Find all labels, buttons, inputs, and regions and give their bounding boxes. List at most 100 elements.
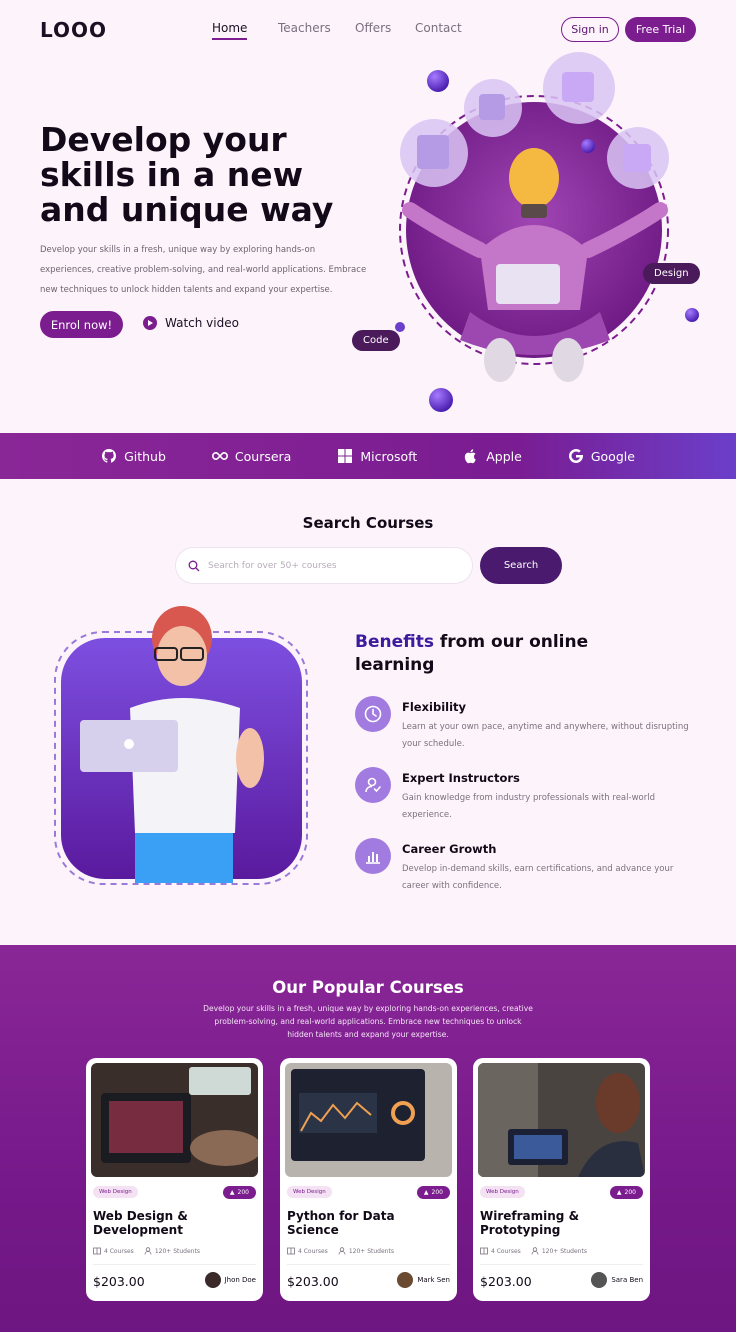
brand-microsoft-label: Microsoft [360, 448, 418, 464]
course-card[interactable]: Web Design ▲ 200 Wireframing & Prototypin… [473, 1058, 650, 1301]
benefit-text: Learn at your own pace, anytime and anyw… [402, 722, 689, 749]
card-divider [480, 1264, 643, 1265]
coursera-icon [211, 451, 228, 461]
hero-title: Develop your skills in a new and unique … [40, 120, 334, 229]
hero-illustration [395, 52, 699, 412]
search-box[interactable] [175, 547, 473, 584]
course-count: 4 Courses [480, 1247, 521, 1255]
nav-teachers[interactable]: Teachers [278, 21, 331, 35]
brand-google-label: Google [590, 448, 635, 464]
design-pill: Design [643, 263, 700, 284]
course-count: 4 Courses [93, 1247, 134, 1255]
brand-bar: Github Coursera Microsoft Apple Google [0, 433, 736, 479]
watch-video-label: Watch video [165, 316, 239, 330]
up-arrow-icon: ▲ [423, 1189, 429, 1196]
course-meta: 4 Courses 120+ Students [480, 1247, 587, 1255]
benefit-title: Career Growth [402, 842, 497, 856]
benefit-text: Develop in-demand skills, earn certifica… [402, 864, 674, 891]
avatar [204, 1272, 221, 1288]
course-author[interactable]: Jhon Doe [204, 1272, 256, 1288]
course-rating-value: 200 [431, 1189, 443, 1196]
brand-microsoft: Microsoft [337, 448, 417, 464]
hero-description: Develop your skills in a fresh, unique w… [40, 245, 367, 295]
avatar [397, 1272, 414, 1288]
author-name: Jhon Doe [224, 1276, 256, 1284]
student-count-label: 120+ Students [541, 1247, 587, 1255]
logo[interactable]: LOOO [40, 18, 107, 42]
nav-offers[interactable]: Offers [355, 21, 391, 35]
course-author[interactable]: Mark Sen [397, 1272, 450, 1288]
author-name: Mark Sen [417, 1276, 450, 1284]
course-tag: Web Design [93, 1186, 138, 1198]
course-meta: 4 Courses 120+ Students [93, 1247, 200, 1255]
course-card[interactable]: Web Design ▲ 200 Python for Data Science … [280, 1058, 457, 1301]
brand-github: Github [101, 448, 166, 464]
course-count-label: 4 Courses [104, 1247, 134, 1255]
search-icon [188, 560, 200, 571]
course-rating: ▲ 200 [416, 1186, 450, 1199]
search-input[interactable] [208, 560, 448, 571]
course-tag: Web Design [287, 1186, 332, 1198]
nav-contact[interactable]: Contact [415, 21, 462, 35]
free-trial-button[interactable]: Free Trial [625, 17, 696, 42]
brand-github-label: Github [124, 448, 166, 464]
code-pill: Code [352, 330, 400, 351]
course-price: $203.00 [480, 1274, 532, 1289]
apple-icon [465, 449, 476, 464]
course-count: 4 Courses [287, 1247, 328, 1255]
course-meta: 4 Courses 120+ Students [287, 1247, 394, 1255]
up-arrow-icon: ▲ [229, 1189, 235, 1196]
course-card[interactable]: Web Design ▲ 200 Web Design & Development… [86, 1058, 263, 1301]
book-icon [480, 1247, 488, 1255]
brand-coursera: Coursera [211, 448, 292, 464]
search-button[interactable]: Search [480, 547, 562, 584]
benefit-flexibility: Flexibility Learn at your own pace, anyt… [355, 696, 695, 753]
student-count: 120+ Students [531, 1247, 587, 1255]
avatar [591, 1272, 608, 1288]
course-rating: ▲ 200 [609, 1186, 643, 1199]
course-title[interactable]: Wireframing & Prototyping [480, 1209, 640, 1237]
benefit-career-growth: Career Growth Develop in-demand skills, … [355, 838, 695, 895]
benefit-expert-instructors: Expert Instructors Gain knowledge from i… [355, 767, 695, 824]
student-count: 120+ Students [338, 1247, 394, 1255]
book-icon [287, 1247, 295, 1255]
benefit-text: Gain knowledge from industry professiona… [402, 793, 655, 820]
popular-description: Develop your skills in a fresh, unique w… [203, 1004, 533, 1039]
sign-in-button[interactable]: Sign in [561, 17, 619, 42]
benefit-title: Expert Instructors [402, 771, 520, 785]
course-count-label: 4 Courses [491, 1247, 521, 1255]
course-rating-value: 200 [624, 1189, 636, 1196]
book-icon [93, 1247, 101, 1255]
course-title[interactable]: Web Design & Development [93, 1209, 253, 1237]
course-author[interactable]: Sara Ben [591, 1272, 643, 1288]
nav-home[interactable]: Home [212, 21, 248, 40]
up-arrow-icon: ▲ [616, 1189, 622, 1196]
user-icon [338, 1247, 346, 1255]
play-icon [143, 316, 157, 330]
clock-icon [355, 696, 391, 732]
watch-video-button[interactable]: Watch video [143, 316, 239, 330]
course-title[interactable]: Python for Data Science [287, 1209, 447, 1237]
user-check-icon [355, 767, 391, 803]
course-rating: ▲ 200 [222, 1186, 256, 1199]
student-count: 120+ Students [144, 1247, 200, 1255]
google-icon [568, 448, 583, 463]
course-image [478, 1063, 645, 1177]
course-image [285, 1063, 452, 1177]
github-icon [102, 449, 117, 463]
search-title: Search Courses [302, 514, 434, 532]
brand-apple-label: Apple [486, 448, 522, 464]
user-icon [531, 1247, 539, 1255]
course-rating-value: 200 [237, 1189, 249, 1196]
course-count-label: 4 Courses [298, 1247, 328, 1255]
bar-chart-icon [355, 838, 391, 874]
brand-apple: Apple [463, 448, 522, 464]
user-icon [144, 1247, 152, 1255]
brand-google: Google [568, 448, 635, 464]
card-divider [93, 1264, 256, 1265]
enrol-button[interactable]: Enrol now! [40, 311, 123, 338]
popular-title: Our Popular Courses [272, 978, 464, 997]
card-divider [287, 1264, 450, 1265]
brand-coursera-label: Coursera [234, 448, 292, 464]
student-illustration [54, 606, 308, 885]
